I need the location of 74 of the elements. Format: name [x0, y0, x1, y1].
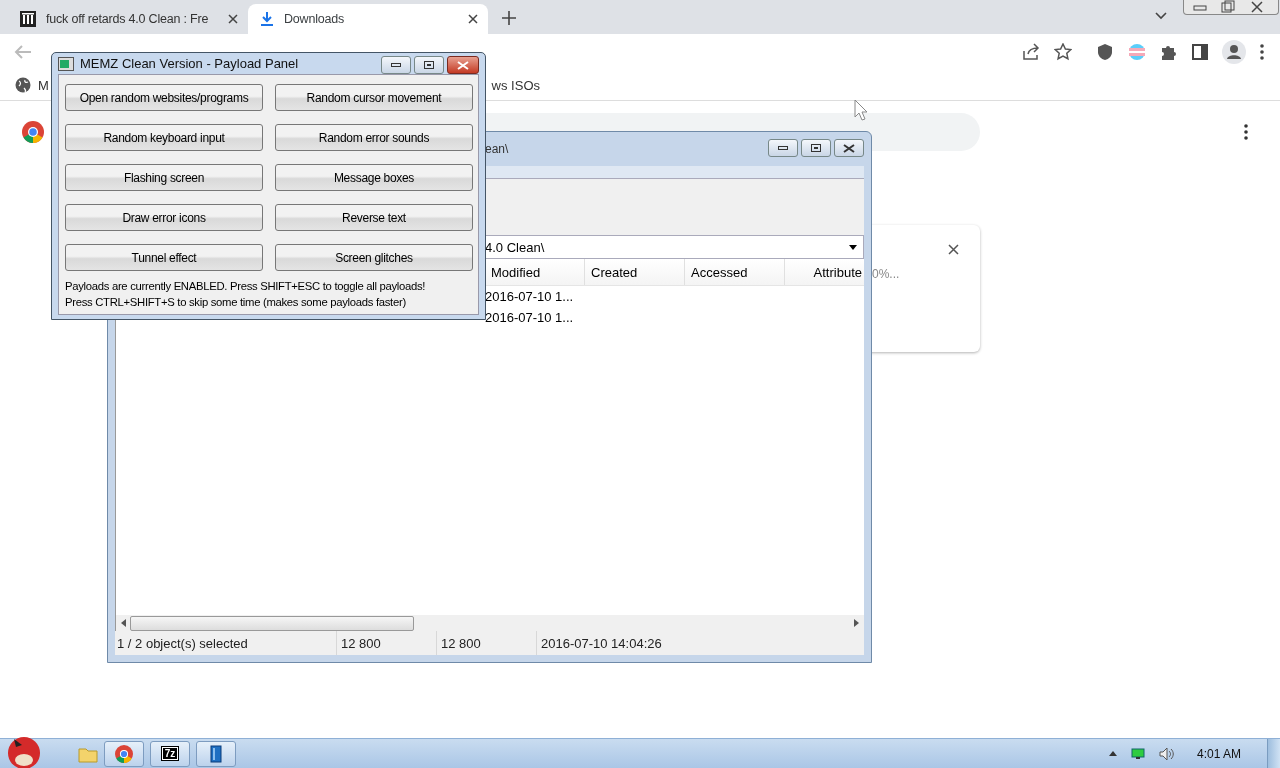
minimize-button[interactable]	[768, 139, 798, 157]
globe-icon	[15, 77, 31, 93]
minimize-icon	[391, 63, 401, 67]
window-title: ean\	[485, 142, 509, 156]
payload-button[interactable]: Screen glitches	[275, 244, 473, 271]
payload-button[interactable]: Random cursor movement	[275, 84, 473, 111]
shield-icon[interactable]	[1096, 43, 1114, 61]
share-icon[interactable]	[1022, 43, 1040, 61]
payload-button[interactable]: Random error sounds	[275, 124, 473, 151]
chrome-logo-icon	[115, 744, 133, 763]
payload-button[interactable]: Flashing screen	[65, 164, 263, 191]
path-field[interactable]: 4.0 Clean\	[485, 235, 864, 259]
close-icon[interactable]	[228, 14, 238, 24]
star-icon[interactable]	[1054, 43, 1072, 61]
table-cell: 2016-07-10 1...	[485, 289, 574, 304]
maximize-button[interactable]	[801, 139, 831, 157]
payload-button[interactable]: Message boxes	[275, 164, 473, 191]
browser-tab[interactable]: fuck off retards 4.0 Clean : Fre	[8, 4, 248, 34]
hint-text: Press CTRL+SHIFT+S to skip some time (makes some payloads faster)	[65, 295, 407, 310]
maximize-button[interactable]	[414, 56, 444, 74]
close-button[interactable]	[834, 139, 864, 157]
side-panel-icon[interactable]	[1192, 44, 1208, 60]
menu-icon[interactable]	[1244, 124, 1248, 140]
column-header[interactable]: Accessed	[685, 259, 785, 285]
maximize-icon	[811, 144, 821, 152]
browser-tab[interactable]: Downloads	[248, 4, 488, 34]
book-icon	[210, 744, 222, 763]
mouse-cursor-icon	[854, 99, 868, 121]
bookmark-link[interactable]: ws ISOs	[491, 77, 540, 93]
speaker-icon[interactable]	[1158, 746, 1175, 761]
minimize-icon	[778, 146, 788, 150]
payload-button[interactable]: Tunnel effect	[65, 244, 263, 271]
status-bar-text: 12 800	[337, 631, 437, 655]
menu-icon[interactable]	[1260, 44, 1264, 60]
scroll-right-icon[interactable]	[854, 619, 860, 627]
window-controls[interactable]	[1183, 0, 1279, 15]
column-header[interactable]: Created	[585, 259, 685, 285]
payload-button[interactable]: Random keyboard input	[65, 124, 263, 151]
close-icon[interactable]	[468, 14, 478, 24]
taskbar-button[interactable]	[104, 740, 144, 767]
close-icon	[843, 143, 855, 153]
puzzle-icon[interactable]	[1160, 43, 1178, 61]
chevron-down-icon[interactable]	[1155, 12, 1167, 20]
hint-text: Payloads are currently ENABLED. Press SHIFT+ESC to toggle all payloads!	[65, 279, 427, 294]
status-bar-text: 2016-07-10 14:04:26	[540, 634, 662, 653]
payload-button[interactable]: Reverse text	[275, 204, 473, 231]
close-button[interactable]	[447, 56, 479, 74]
horizontal-scrollbar[interactable]	[116, 615, 864, 631]
download-progress-text: 0%...	[872, 267, 900, 281]
close-icon	[457, 60, 469, 70]
column-header[interactable]: Attribute	[785, 259, 864, 285]
close-icon[interactable]	[948, 244, 959, 255]
building-icon	[20, 11, 36, 27]
maximize-icon	[424, 61, 434, 69]
clock-text[interactable]: 4:01 AM	[1196, 746, 1241, 761]
taskbar-button[interactable]: 7z	[150, 740, 190, 767]
window-title: MEMZ Clean Version - Payload Panel	[80, 56, 300, 71]
app-icon	[58, 56, 74, 71]
status-bar-text: 1 / 2 object(s) selected	[115, 631, 337, 655]
payload-button[interactable]: Draw error icons	[65, 204, 263, 231]
network-icon[interactable]	[1130, 747, 1145, 760]
chrome-logo-icon	[22, 121, 44, 143]
download-icon	[260, 11, 274, 27]
minimize-button[interactable]	[381, 56, 411, 74]
table-cell: 2016-07-10 1...	[485, 310, 574, 325]
payload-button[interactable]: Open random websites/programs	[65, 84, 263, 111]
avatar-icon[interactable]	[1222, 40, 1246, 64]
show-hidden-icons-icon[interactable]	[1108, 751, 1117, 756]
status-bar-text: 12 800	[437, 631, 537, 655]
dropdown-caret-icon	[849, 244, 857, 250]
taskbar-button[interactable]	[196, 740, 236, 767]
new-tab-icon[interactable]	[502, 11, 516, 25]
bookmark-link[interactable]: M	[38, 77, 49, 93]
scroll-left-icon[interactable]	[120, 619, 126, 627]
